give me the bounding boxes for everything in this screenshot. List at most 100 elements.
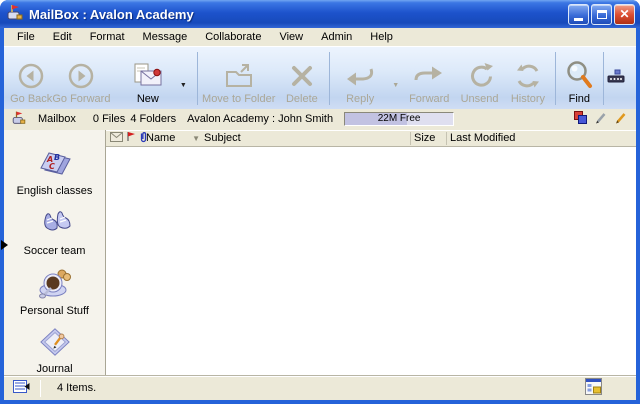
sidebar-item-label: English classes <box>17 185 93 197</box>
list-header-row: Name ▼ Subject Size Last Modified <box>106 130 636 147</box>
reply-button: Reply <box>332 47 389 109</box>
find-button[interactable]: Find <box>558 47 601 109</box>
application-window: MailBox : Avalon Academy ✕ File Edit For… <box>0 0 640 404</box>
menu-message[interactable]: Message <box>134 29 197 45</box>
mailbox-icon[interactable] <box>6 3 24 26</box>
coffee-cup-icon <box>37 266 73 303</box>
pencil-icon[interactable] <box>594 111 607 127</box>
new-button[interactable]: New <box>120 47 175 109</box>
delete-button: Delete <box>277 47 326 109</box>
menu-help[interactable]: Help <box>361 29 402 45</box>
go-back-label: Go Back <box>10 93 52 105</box>
files-count: 0 Files <box>93 113 125 125</box>
menu-format[interactable]: Format <box>81 29 134 45</box>
minimize-button[interactable] <box>568 4 589 25</box>
forward-icon <box>412 55 446 93</box>
svg-text:C: C <box>49 162 55 171</box>
reply-dropdown-arrow: ▼ <box>389 82 403 89</box>
column-header-name[interactable]: Name ▼ <box>146 132 204 144</box>
sidebar-expander-arrow[interactable] <box>1 240 8 250</box>
delete-icon <box>287 55 317 93</box>
flag-column-icon[interactable] <box>126 131 136 145</box>
history-label: History <box>511 93 545 105</box>
sidebar-item-label: Journal <box>36 363 72 375</box>
layers-icon[interactable] <box>574 111 587 127</box>
current-folder-name: Mailbox <box>38 113 76 125</box>
column-divider <box>446 132 447 145</box>
go-back-button: Go Back <box>8 47 54 109</box>
soccer-team-icon <box>37 206 73 243</box>
english-classes-icon: A B C <box>37 144 73 183</box>
folders-count: 4 Folders <box>130 113 176 125</box>
go-back-icon <box>16 55 46 93</box>
column-header-size[interactable]: Size <box>414 132 446 144</box>
menu-edit[interactable]: Edit <box>44 29 81 45</box>
items-count-text: 4 Items. <box>57 382 96 394</box>
pen-icon[interactable] <box>614 111 627 127</box>
window-client-area: File Edit Format Message Collaborate Vie… <box>4 28 636 400</box>
column-header-subject[interactable]: Subject <box>204 132 410 144</box>
account-name: Avalon Academy : John Smith <box>187 113 333 125</box>
sort-arrow-icon[interactable]: ▼ <box>192 134 204 143</box>
reply-label: Reply <box>346 93 374 105</box>
forward-label: Forward <box>409 93 449 105</box>
maximize-button[interactable] <box>591 4 612 25</box>
envelope-column-icon[interactable] <box>110 132 123 145</box>
status-bar-divider <box>40 380 41 397</box>
history-icon <box>513 55 543 93</box>
go-forward-label: Go Forward <box>52 93 110 105</box>
sidebar-item-label: Soccer team <box>24 245 86 257</box>
sidebar-item-english-classes[interactable]: A B C English classes <box>7 144 103 197</box>
sidebar-item-personal-stuff[interactable]: Personal Stuff <box>7 266 103 317</box>
maximize-icon <box>597 10 607 19</box>
free-space-bar: 22M Free <box>344 112 454 126</box>
unsend-button: Unsend <box>456 47 503 109</box>
name-column-label: Name <box>146 132 175 144</box>
sidebar-item-journal[interactable]: Journal <box>7 326 103 375</box>
new-dropdown-arrow[interactable]: ▼ <box>176 82 192 89</box>
header-icon-columns <box>106 131 146 146</box>
status-bar: 4 Items. <box>4 375 636 400</box>
delete-label: Delete <box>286 93 318 105</box>
menu-file[interactable]: File <box>8 29 44 45</box>
folder-sidebar: A B C English classes <box>4 130 106 375</box>
view-mode-icon[interactable] <box>13 379 30 397</box>
go-forward-button: Go Forward <box>54 47 108 109</box>
journal-icon <box>38 326 72 361</box>
forward-button: Forward <box>403 47 456 109</box>
main-content: A B C English classes <box>4 130 636 375</box>
column-header-last-modified[interactable]: Last Modified <box>450 132 636 144</box>
unsend-label: Unsend <box>461 93 499 105</box>
menu-collaborate[interactable]: Collaborate <box>196 29 270 45</box>
toolbar: Go Back Go Forward <box>4 46 636 109</box>
find-icon <box>564 55 594 93</box>
move-to-folder-icon <box>223 55 255 93</box>
toolbar-separator <box>603 52 604 105</box>
new-label: New <box>137 93 159 105</box>
title-bar[interactable]: MailBox : Avalon Academy ✕ <box>0 0 640 28</box>
info-bar-icons <box>574 111 627 127</box>
find-label: Find <box>569 93 590 105</box>
toolbar-separator <box>555 52 556 105</box>
message-list: Name ▼ Subject Size Last Modified <box>106 130 636 375</box>
toolbar-separator <box>329 52 330 105</box>
free-space-label: 22M Free <box>378 113 421 124</box>
menu-bar: File Edit Format Message Collaborate Vie… <box>4 28 636 46</box>
sidebar-item-label: Personal Stuff <box>20 305 89 317</box>
history-button: History <box>503 47 552 109</box>
reply-icon <box>343 55 377 93</box>
forms-icon[interactable] <box>585 378 603 399</box>
sidebar-item-soccer-team[interactable]: Soccer team <box>7 206 103 257</box>
message-list-body <box>106 147 636 375</box>
menu-admin[interactable]: Admin <box>312 29 361 45</box>
new-message-icon <box>132 55 164 93</box>
info-bar: Mailbox 0 Files 4 Folders Avalon Academy… <box>4 109 636 129</box>
unsend-icon <box>465 55 495 93</box>
minimize-icon <box>574 18 583 21</box>
toolbar-separator <box>197 52 198 105</box>
move-to-folder-label: Move to Folder <box>202 93 275 105</box>
close-button[interactable]: ✕ <box>614 4 635 25</box>
menu-view[interactable]: View <box>270 29 312 45</box>
toolbar-spacer <box>108 47 120 109</box>
window-title: MailBox : Avalon Academy <box>29 7 566 22</box>
